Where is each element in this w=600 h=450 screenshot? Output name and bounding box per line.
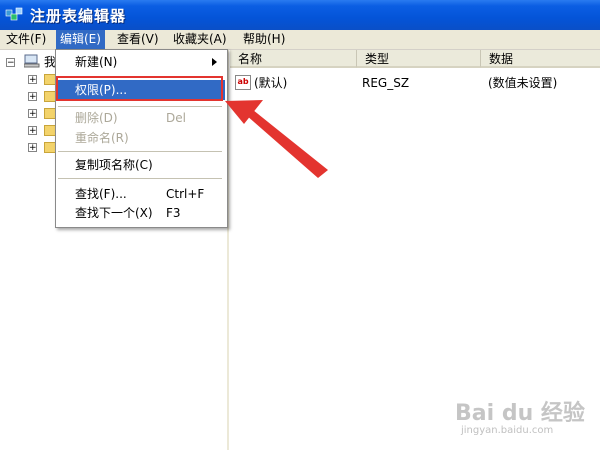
watermark-url: jingyan.baidu.com (461, 425, 554, 436)
baidu-watermark: Bai du 经验 jingyan.baidu.com (455, 395, 595, 445)
watermark-logo: Bai du 经验 (455, 401, 585, 426)
annotation-arrow (225, 100, 328, 178)
